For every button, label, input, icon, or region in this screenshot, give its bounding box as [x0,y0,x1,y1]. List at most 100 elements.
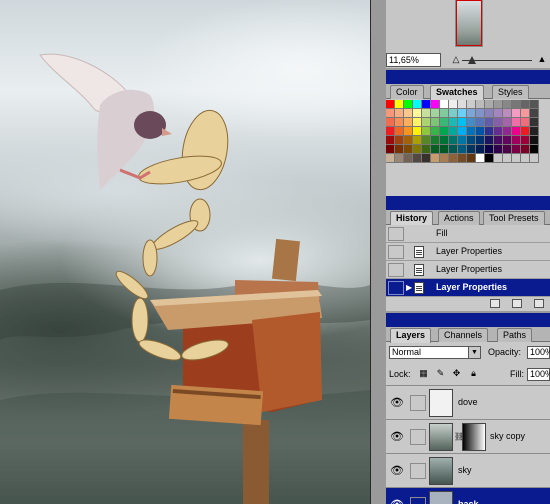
tab-actions[interactable]: Actions [438,211,480,225]
color-swatch[interactable] [404,100,413,109]
color-swatch[interactable] [449,145,458,154]
color-swatch[interactable] [530,100,539,109]
color-swatch[interactable] [413,127,422,136]
color-swatch[interactable] [494,136,503,145]
color-swatch[interactable] [467,127,476,136]
lock-all-icon[interactable]: 🔒︎ [468,368,479,379]
color-swatch[interactable] [422,136,431,145]
color-swatch[interactable] [458,127,467,136]
color-swatch[interactable] [494,109,503,118]
tab-paths[interactable]: Paths [497,328,533,342]
color-swatch[interactable] [485,109,494,118]
color-swatch[interactable] [458,109,467,118]
color-swatch[interactable] [413,118,422,127]
color-swatch[interactable] [395,127,404,136]
layer-row-back[interactable]: 👁︎ back [386,487,550,504]
color-swatch[interactable] [449,100,458,109]
color-swatch[interactable] [476,118,485,127]
color-swatch[interactable] [413,154,422,163]
color-swatch[interactable] [422,145,431,154]
color-swatch[interactable] [503,109,512,118]
color-swatch[interactable] [530,127,539,136]
color-swatch[interactable] [494,154,503,163]
color-swatch[interactable] [395,154,404,163]
history-item[interactable]: Layer Properties [386,261,550,279]
color-swatch[interactable] [413,100,422,109]
color-swatch[interactable] [440,154,449,163]
color-swatch[interactable] [404,154,413,163]
color-swatch[interactable] [467,154,476,163]
color-swatch[interactable] [386,136,395,145]
color-swatch[interactable] [386,127,395,136]
color-swatch[interactable] [530,109,539,118]
color-swatch[interactable] [512,154,521,163]
color-swatch[interactable] [422,154,431,163]
tab-tool-presets[interactable]: Tool Presets [483,211,545,225]
tab-history[interactable]: History [390,211,434,226]
trash-icon[interactable] [534,299,544,308]
color-swatch[interactable] [431,127,440,136]
color-swatch[interactable] [521,154,530,163]
eye-icon[interactable]: 👁︎ [388,462,406,480]
color-swatch[interactable] [440,109,449,118]
color-swatch[interactable] [485,118,494,127]
navigator-thumbnail[interactable] [456,0,482,46]
lock-position-icon[interactable]: ✥ [451,368,462,379]
color-swatch[interactable] [521,127,530,136]
history-source-checkbox[interactable] [388,245,404,259]
color-swatch[interactable] [404,136,413,145]
color-swatch[interactable] [476,127,485,136]
color-swatch[interactable] [503,127,512,136]
history-source-checkbox[interactable] [388,281,404,295]
color-swatch[interactable] [530,145,539,154]
layer-row-sky-copy[interactable]: 👁︎ ⛓︎ sky copy [386,419,550,453]
color-swatch[interactable] [431,118,440,127]
color-swatch[interactable] [476,100,485,109]
color-swatch[interactable] [521,118,530,127]
layer-link-box[interactable] [410,395,426,411]
color-swatch[interactable] [395,136,404,145]
document-canvas[interactable] [0,0,370,504]
tab-styles[interactable]: Styles [492,85,529,99]
color-swatch[interactable] [503,145,512,154]
color-swatch[interactable] [512,100,521,109]
tab-layers[interactable]: Layers [390,328,432,343]
color-swatch[interactable] [476,136,485,145]
color-swatch[interactable] [521,109,530,118]
new-snapshot-icon[interactable] [512,299,522,308]
color-swatch[interactable] [485,127,494,136]
tab-color[interactable]: Color [390,85,424,99]
color-swatch[interactable] [521,136,530,145]
color-swatch[interactable] [485,136,494,145]
color-swatch[interactable] [485,145,494,154]
color-swatch[interactable] [512,145,521,154]
eye-icon[interactable]: 👁︎ [388,496,406,504]
color-swatch[interactable] [422,100,431,109]
layer-link-box[interactable] [410,497,426,504]
blend-mode-select[interactable]: Normal ▼ [389,346,481,359]
color-swatch[interactable] [512,109,521,118]
color-swatch[interactable] [503,118,512,127]
color-swatch[interactable] [503,100,512,109]
color-swatch[interactable] [494,100,503,109]
color-swatch[interactable] [422,127,431,136]
layers-titlebar[interactable] [386,313,550,327]
history-titlebar[interactable] [386,196,550,210]
color-swatch[interactable] [512,118,521,127]
color-swatch[interactable] [467,136,476,145]
opacity-field[interactable]: 100% [527,346,550,359]
color-swatch[interactable] [431,154,440,163]
layer-row-sky[interactable]: 👁︎ sky [386,453,550,487]
color-swatch[interactable] [476,154,485,163]
color-swatch[interactable] [422,118,431,127]
color-swatch[interactable] [431,109,440,118]
color-swatch[interactable] [449,136,458,145]
history-source-checkbox[interactable] [388,263,404,277]
color-swatch[interactable] [422,109,431,118]
tab-channels[interactable]: Channels [438,328,489,342]
history-item-selected[interactable]: ▶ Layer Properties [386,279,550,297]
color-swatch[interactable] [503,136,512,145]
tab-swatches[interactable]: Swatches [430,85,484,100]
color-swatch[interactable] [467,100,476,109]
color-swatch[interactable] [413,109,422,118]
